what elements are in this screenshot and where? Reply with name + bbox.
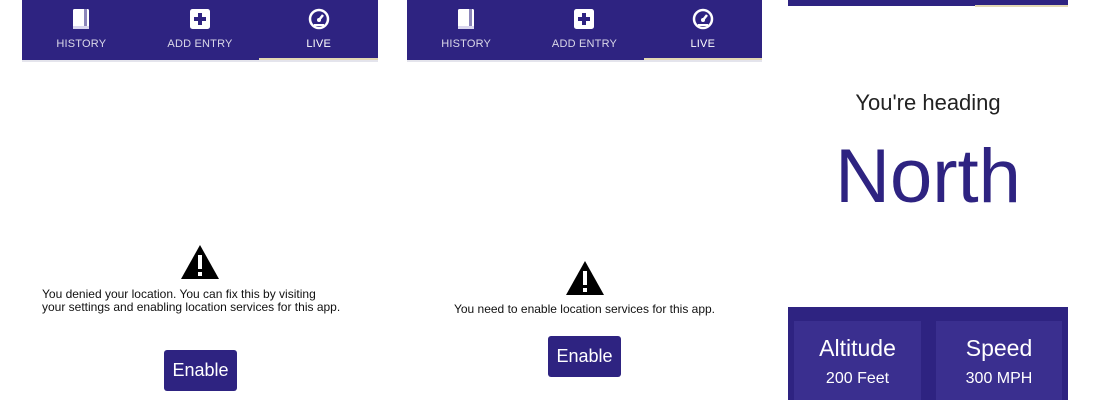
tab-label: ADD ENTRY [551, 38, 618, 50]
altitude-title: Altitude [819, 335, 896, 361]
plus-square-icon [189, 8, 211, 30]
heading-label: You're heading [855, 90, 1001, 115]
live-screen-heading: You're heading North Altitude 200 Feet S… [788, 0, 1068, 400]
tab-label: HISTORY [441, 38, 492, 50]
tab-label: HISTORY [56, 38, 107, 50]
speed-value: 300 MPH [965, 370, 1033, 387]
book-icon [71, 8, 91, 30]
tab-bar [788, 0, 1068, 7]
tab-label: LIVE [306, 38, 331, 50]
tab-add-entry[interactable]: ADD ENTRY [525, 0, 643, 60]
live-screen-denied: HISTORY ADD ENTRY LIVE You denied your l… [22, 0, 378, 400]
stats-bar: Altitude 200 Feet Speed 300 MPH [788, 307, 1068, 400]
live-screen-disabled: HISTORY ADD ENTRY LIVE You need to enabl… [407, 0, 762, 400]
location-message: You denied your location. You can fix th… [42, 287, 341, 314]
tab-bar: HISTORY ADD ENTRY LIVE [407, 0, 762, 61]
tab-live[interactable]: LIVE [643, 0, 762, 61]
altitude-card: Altitude 200 Feet [794, 321, 921, 400]
tab-live[interactable]: LIVE [259, 0, 378, 61]
tab-bar-divider [22, 60, 378, 62]
altitude-value: 200 Feet [825, 370, 890, 387]
plus-square-icon [573, 8, 595, 30]
speed-title: Speed [965, 335, 1033, 361]
speed-card: Speed 300 MPH [936, 321, 1062, 400]
tab-label: ADD ENTRY [167, 38, 233, 50]
speedometer-icon [308, 8, 330, 30]
enable-button[interactable]: Enable [548, 336, 621, 377]
direction-value: North [835, 134, 1021, 219]
tab-bar-divider [407, 60, 762, 62]
book-icon [456, 8, 476, 30]
tab-label: LIVE [690, 38, 716, 50]
warning-icon [22, 244, 378, 280]
tab-history[interactable]: HISTORY [22, 0, 141, 60]
tab-add-entry[interactable]: ADD ENTRY [141, 0, 260, 60]
tab-history[interactable]: HISTORY [407, 0, 525, 60]
tab-bar: HISTORY ADD ENTRY LIVE [22, 0, 378, 61]
active-tab-indicator [975, 5, 1068, 7]
speedometer-icon [692, 8, 714, 30]
location-message: You need to enable location services for… [453, 302, 716, 316]
enable-button[interactable]: Enable [164, 350, 237, 391]
warning-icon [407, 260, 762, 296]
